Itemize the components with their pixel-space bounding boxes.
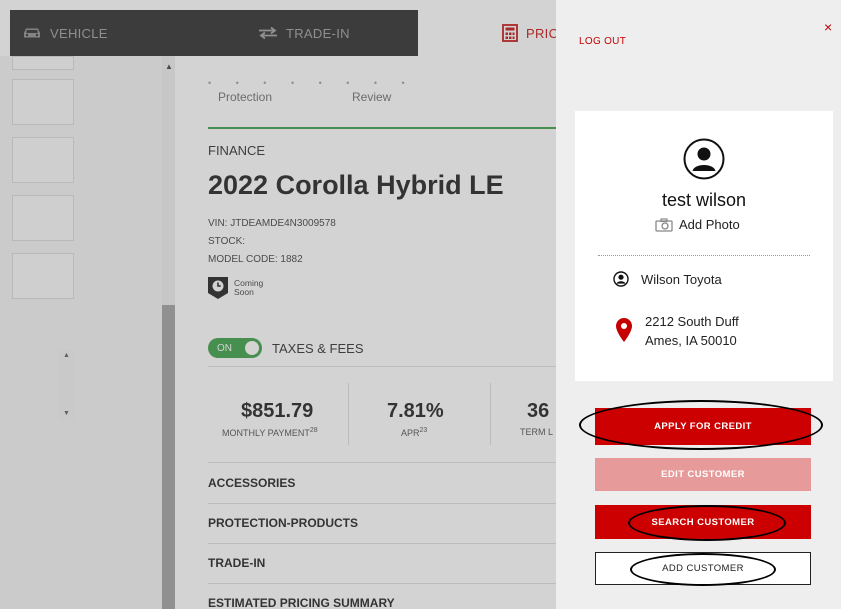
dealer-row: Wilson Toyota	[613, 271, 722, 287]
logout-link[interactable]: LOG OUT	[579, 36, 626, 47]
edit-customer-button[interactable]: EDIT CUSTOMER	[595, 458, 811, 491]
dealer-name: Wilson Toyota	[641, 271, 722, 287]
location-pin-icon	[616, 318, 632, 342]
add-photo-label: Add Photo	[679, 217, 740, 232]
add-customer-button[interactable]: ADD CUSTOMER	[595, 552, 811, 585]
user-avatar-icon	[683, 138, 725, 180]
camera-icon	[655, 217, 673, 232]
close-icon[interactable]: ×	[824, 19, 832, 35]
customer-name: test wilson	[661, 190, 747, 210]
divider	[598, 255, 810, 256]
user-circle-icon	[613, 271, 629, 287]
search-customer-button[interactable]: SEARCH CUSTOMER	[595, 505, 811, 539]
address-line-1: 2212 South Duff	[645, 314, 739, 329]
apply-for-credit-button[interactable]: APPLY FOR CREDIT	[595, 408, 811, 445]
address-row: 2212 South Duff Ames, IA 50010	[616, 312, 739, 350]
modal-backdrop[interactable]	[0, 0, 556, 609]
address-line-2: Ames, IA 50010	[645, 333, 737, 348]
add-photo-link[interactable]: Add Photo	[655, 217, 740, 232]
